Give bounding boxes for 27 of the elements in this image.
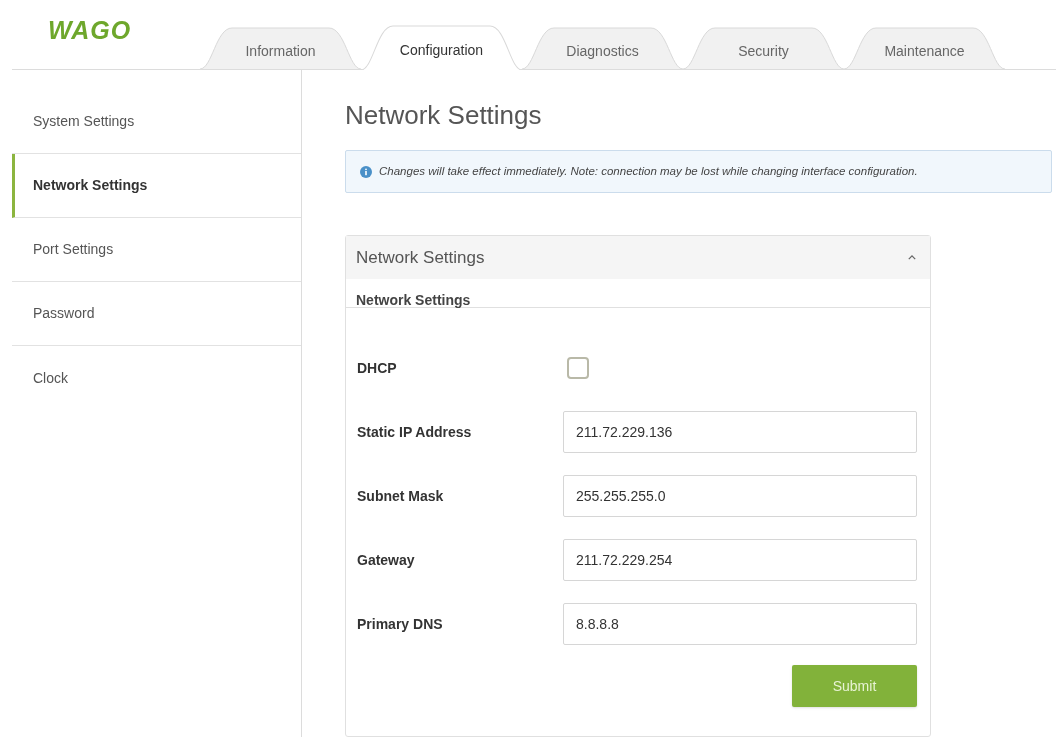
checkbox[interactable] — [567, 357, 589, 379]
sidebar-item[interactable]: System Settings — [12, 90, 301, 154]
chevron-up-icon[interactable] — [908, 255, 916, 260]
tab[interactable]: Configuration — [361, 25, 522, 70]
input-field[interactable]: 211.72.229.136 — [563, 411, 917, 453]
field-label: DHCP — [357, 358, 398, 378]
page-title: Network Settings — [345, 99, 543, 132]
tab[interactable]: Diagnostics — [522, 27, 683, 69]
logo: WAGO — [48, 16, 132, 44]
tab[interactable]: Maintenance — [844, 27, 1005, 69]
input-field[interactable]: 211.72.229.254 — [563, 539, 917, 581]
sidebar-item[interactable]: Network Settings — [12, 154, 301, 218]
field-label: Static IP Address — [357, 422, 473, 442]
field-label: Subnet Mask — [357, 486, 445, 506]
info-icon — [360, 165, 372, 178]
input-field[interactable]: 255.255.255.0 — [563, 475, 917, 517]
field-label: Gateway — [357, 550, 416, 570]
field-label: Primary DNS — [357, 614, 444, 634]
sidebar-item[interactable]: Port Settings — [12, 218, 301, 282]
alert-text: Changes will take effect immediately. Note: connection may be lost while changing interface configuration. — [379, 163, 918, 179]
tab[interactable]: Information — [200, 27, 361, 69]
panel-title: Network Settings — [356, 246, 485, 269]
sidebar-item[interactable]: Clock — [12, 346, 301, 410]
sidebar-item[interactable]: Password — [12, 282, 301, 346]
input-field[interactable]: 8.8.8.8 — [563, 603, 917, 645]
tab[interactable]: Security — [683, 27, 844, 69]
section-legend: Network Settings — [356, 291, 471, 309]
